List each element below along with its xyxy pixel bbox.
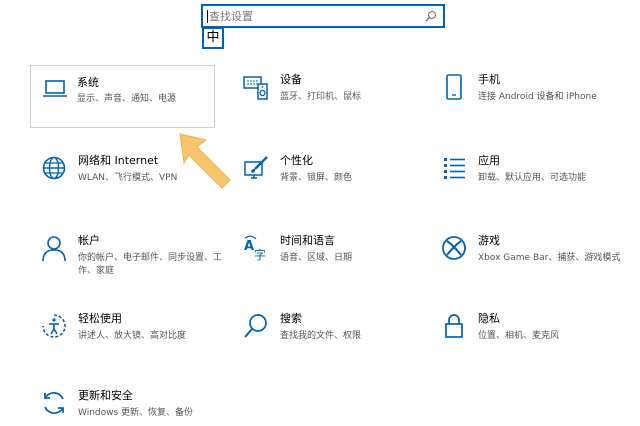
- search-input[interactable]: [209, 7, 419, 25]
- settings-home: 中 系统 显示、声音、通知、电源 设备 蓝牙、打印机、鼠标: [0, 0, 640, 426]
- tile-personalization[interactable]: 个性化 背景、锁屏、颜色: [234, 148, 424, 210]
- phone-icon: [440, 73, 468, 101]
- ime-indicator: 中: [202, 28, 224, 49]
- tile-description: Xbox Game Bar、捕获、游戏模式: [478, 253, 621, 263]
- search-icon: [242, 312, 270, 340]
- apps-list-icon: [440, 154, 468, 182]
- keyboard-speaker-icon: [242, 73, 270, 101]
- tile-description: 你的帐户、电子邮件、同步设置、工作、家庭: [78, 253, 223, 276]
- tile-description: Windows 更新、恢复、备份: [78, 408, 194, 418]
- tile-description: 显示、声音、通知、电源: [77, 94, 177, 104]
- xbox-icon: [440, 234, 468, 262]
- paintbrush-icon: [242, 154, 270, 182]
- svg-text:A: A: [244, 239, 254, 254]
- tile-title: 帐户: [78, 234, 100, 247]
- tile-description: 连接 Android 设备和 iPhone: [478, 92, 597, 102]
- tile-description: 卸载、默认应用、可选功能: [478, 173, 587, 183]
- tile-privacy[interactable]: 隐私 位置、相机、麦克风: [432, 306, 622, 368]
- tile-phone[interactable]: 手机 连接 Android 设备和 iPhone: [432, 67, 622, 129]
- person-icon: [40, 234, 68, 262]
- text-caret: [207, 10, 208, 23]
- tile-description: 查找我的文件、权限: [280, 331, 362, 341]
- tile-title: 手机: [478, 73, 500, 86]
- tile-description: 讲述人、放大镜、高对比度: [78, 331, 187, 341]
- language-icon: A 字: [242, 234, 270, 262]
- search-icon[interactable]: [425, 10, 437, 22]
- tile-description: 背景、锁屏、颜色: [280, 173, 353, 183]
- ease-of-access-icon: [40, 312, 68, 340]
- tile-time-language[interactable]: A 字 时间和语言 语音、区域、日期: [234, 228, 424, 290]
- tile-accounts[interactable]: 帐户 你的帐户、电子邮件、同步设置、工作、家庭: [32, 228, 222, 290]
- tile-title: 系统: [77, 76, 99, 89]
- tile-title: 设备: [280, 73, 302, 86]
- tile-devices[interactable]: 设备 蓝牙、打印机、鼠标: [234, 67, 424, 129]
- tile-title: 个性化: [280, 154, 313, 167]
- tile-title: 时间和语言: [280, 234, 335, 247]
- svg-text:字: 字: [254, 247, 266, 262]
- tile-ease-of-access[interactable]: 轻松使用 讲述人、放大镜、高对比度: [32, 306, 222, 368]
- tile-description: 位置、相机、麦克风: [478, 331, 560, 341]
- tile-title: 游戏: [478, 234, 500, 247]
- tile-title: 隐私: [478, 312, 500, 325]
- tile-title: 更新和安全: [78, 389, 133, 402]
- search-box[interactable]: [201, 4, 445, 28]
- tile-description: 蓝牙、打印机、鼠标: [280, 92, 362, 102]
- tile-system[interactable]: 系统 显示、声音、通知、电源: [30, 65, 215, 128]
- tile-gaming[interactable]: 游戏 Xbox Game Bar、捕获、游戏模式: [432, 228, 622, 290]
- tile-update-security[interactable]: 更新和安全 Windows 更新、恢复、备份: [32, 383, 222, 426]
- lock-icon: [440, 312, 468, 340]
- globe-icon: [40, 154, 68, 182]
- pointer-arrow-annotation: [176, 130, 238, 192]
- tile-description: 语音、区域、日期: [280, 253, 353, 263]
- tile-search[interactable]: 搜索 查找我的文件、权限: [234, 306, 424, 368]
- tile-title: 搜索: [280, 312, 302, 325]
- tile-title: 轻松使用: [78, 312, 122, 325]
- laptop-icon: [41, 75, 69, 103]
- tile-apps[interactable]: 应用 卸载、默认应用、可选功能: [432, 148, 622, 210]
- tile-title: 网络和 Internet: [78, 154, 159, 167]
- tile-title: 应用: [478, 154, 500, 167]
- update-icon: [40, 389, 68, 417]
